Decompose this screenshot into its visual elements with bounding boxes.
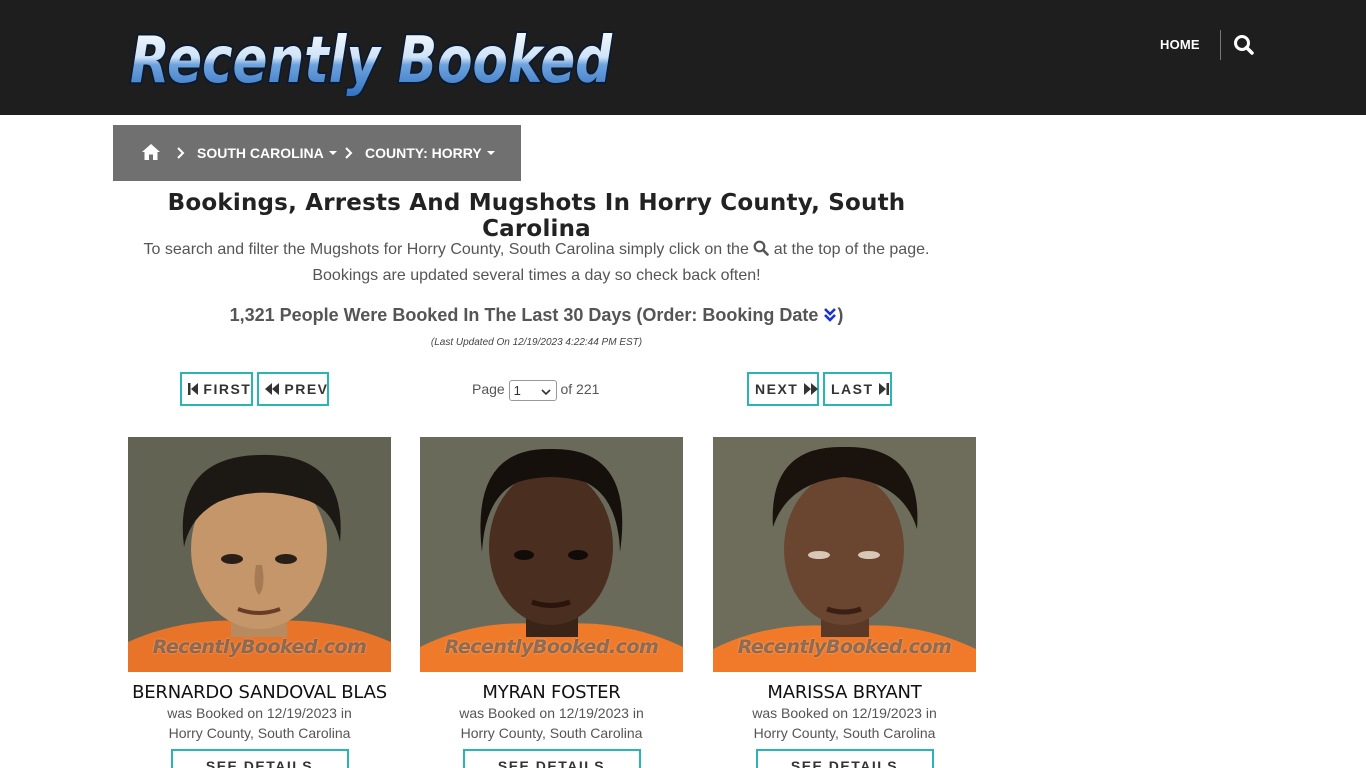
inmate-name[interactable]: BERNARDO SANDOVAL BLAS [128, 682, 391, 703]
intro-text: To search and filter the Mugshots for Ho… [113, 237, 960, 289]
photo-watermark: RecentlyBooked.com [737, 636, 952, 658]
booked-date: was Booked on 12/19/2023 in [459, 705, 644, 721]
last-page-label: LAST [831, 381, 874, 397]
booking-card: RecentlyBooked.com MYRAN FOSTER was Book… [420, 437, 683, 768]
booked-location: Horry County, South Carolina [168, 725, 351, 741]
booked-date: was Booked on 12/19/2023 in [167, 705, 352, 721]
first-page-button[interactable]: FIRST [180, 372, 253, 406]
see-details-button[interactable]: SEE DETAILS [170, 749, 349, 768]
breadcrumb-county-label: COUNTY: HORRY [365, 145, 482, 161]
forward-icon [803, 383, 818, 395]
caret-down-icon [486, 151, 495, 156]
site-logo[interactable]: Recently Booked Recently Booked [126, 18, 616, 96]
double-chevron-down-icon[interactable] [823, 307, 837, 323]
nav-home-link[interactable]: HOME [1160, 33, 1200, 57]
breadcrumb-state-label: SOUTH CAROLINA [197, 145, 324, 161]
next-page-button[interactable]: NEXT [747, 372, 819, 406]
step-forward-icon [878, 383, 889, 395]
intro-text-start: To search and filter the Mugshots for Ho… [143, 241, 749, 258]
breadcrumb-county[interactable]: COUNTY: HORRY [365, 144, 495, 162]
site-header: Recently Booked Recently Booked HOME [0, 0, 1366, 115]
mugshot-photo[interactable]: RecentlyBooked.com [420, 437, 683, 672]
nav-divider [1220, 30, 1221, 60]
page-title: Bookings, Arrests And Mugshots In Horry … [167, 190, 906, 242]
last-page-button[interactable]: LAST [823, 372, 892, 406]
breadcrumb-state[interactable]: SOUTH CAROLINA [197, 144, 337, 162]
home-icon[interactable] [141, 143, 161, 161]
photo-watermark: RecentlyBooked.com [444, 636, 659, 658]
booked-location: Horry County, South Carolina [460, 725, 643, 741]
booked-location: Horry County, South Carolina [753, 725, 936, 741]
inmate-name[interactable]: MARISSA BRYANT [713, 682, 976, 703]
search-icon[interactable] [1233, 33, 1255, 57]
inmate-name[interactable]: MYRAN FOSTER [420, 682, 683, 703]
intro-text-end: at the top of the page. [773, 241, 930, 258]
prev-page-button[interactable]: PREV [257, 372, 329, 406]
last-updated: (Last Updated On 12/19/2023 4:22:44 PM E… [430, 337, 643, 348]
mugshot-photo[interactable]: RecentlyBooked.com [713, 437, 976, 672]
booked-date: was Booked on 12/19/2023 in [752, 705, 937, 721]
booking-card: RecentlyBooked.com MARISSA BRYANT was Bo… [713, 437, 976, 768]
search-icon [753, 239, 770, 256]
step-backward-icon [188, 383, 198, 395]
see-details-button[interactable]: SEE DETAILS [755, 749, 934, 768]
page-label: Page [472, 381, 505, 397]
booking-count: 1,321 People Were Booked In The Last 30 … [113, 305, 960, 326]
chevron-down-icon [541, 384, 551, 396]
page-selector: Page 1 of 221 [472, 378, 600, 401]
caret-down-icon [328, 151, 337, 156]
page-total: of 221 [560, 381, 600, 397]
page-select[interactable]: 1 [508, 379, 557, 401]
booking-card: RecentlyBooked.com BERNARDO SANDOVAL BLA… [128, 437, 391, 768]
chevron-right-icon [176, 145, 186, 161]
booking-count-text: 1,321 People Were Booked In The Last 30 … [229, 305, 819, 325]
prev-page-label: PREV [284, 381, 329, 397]
intro-text-line2: Bookings are updated several times a day… [312, 267, 761, 284]
next-page-label: NEXT [755, 381, 799, 397]
backward-icon [265, 383, 279, 395]
booking-count-close: ) [837, 305, 844, 325]
svg-text:Recently Booked: Recently Booked [130, 24, 613, 96]
see-details-button[interactable]: SEE DETAILS [462, 749, 641, 768]
first-page-label: FIRST [203, 381, 252, 397]
page-select-value: 1 [513, 382, 521, 398]
mugshot-photo[interactable]: RecentlyBooked.com [128, 437, 391, 672]
chevron-right-icon [344, 145, 354, 161]
photo-watermark: RecentlyBooked.com [152, 636, 367, 658]
